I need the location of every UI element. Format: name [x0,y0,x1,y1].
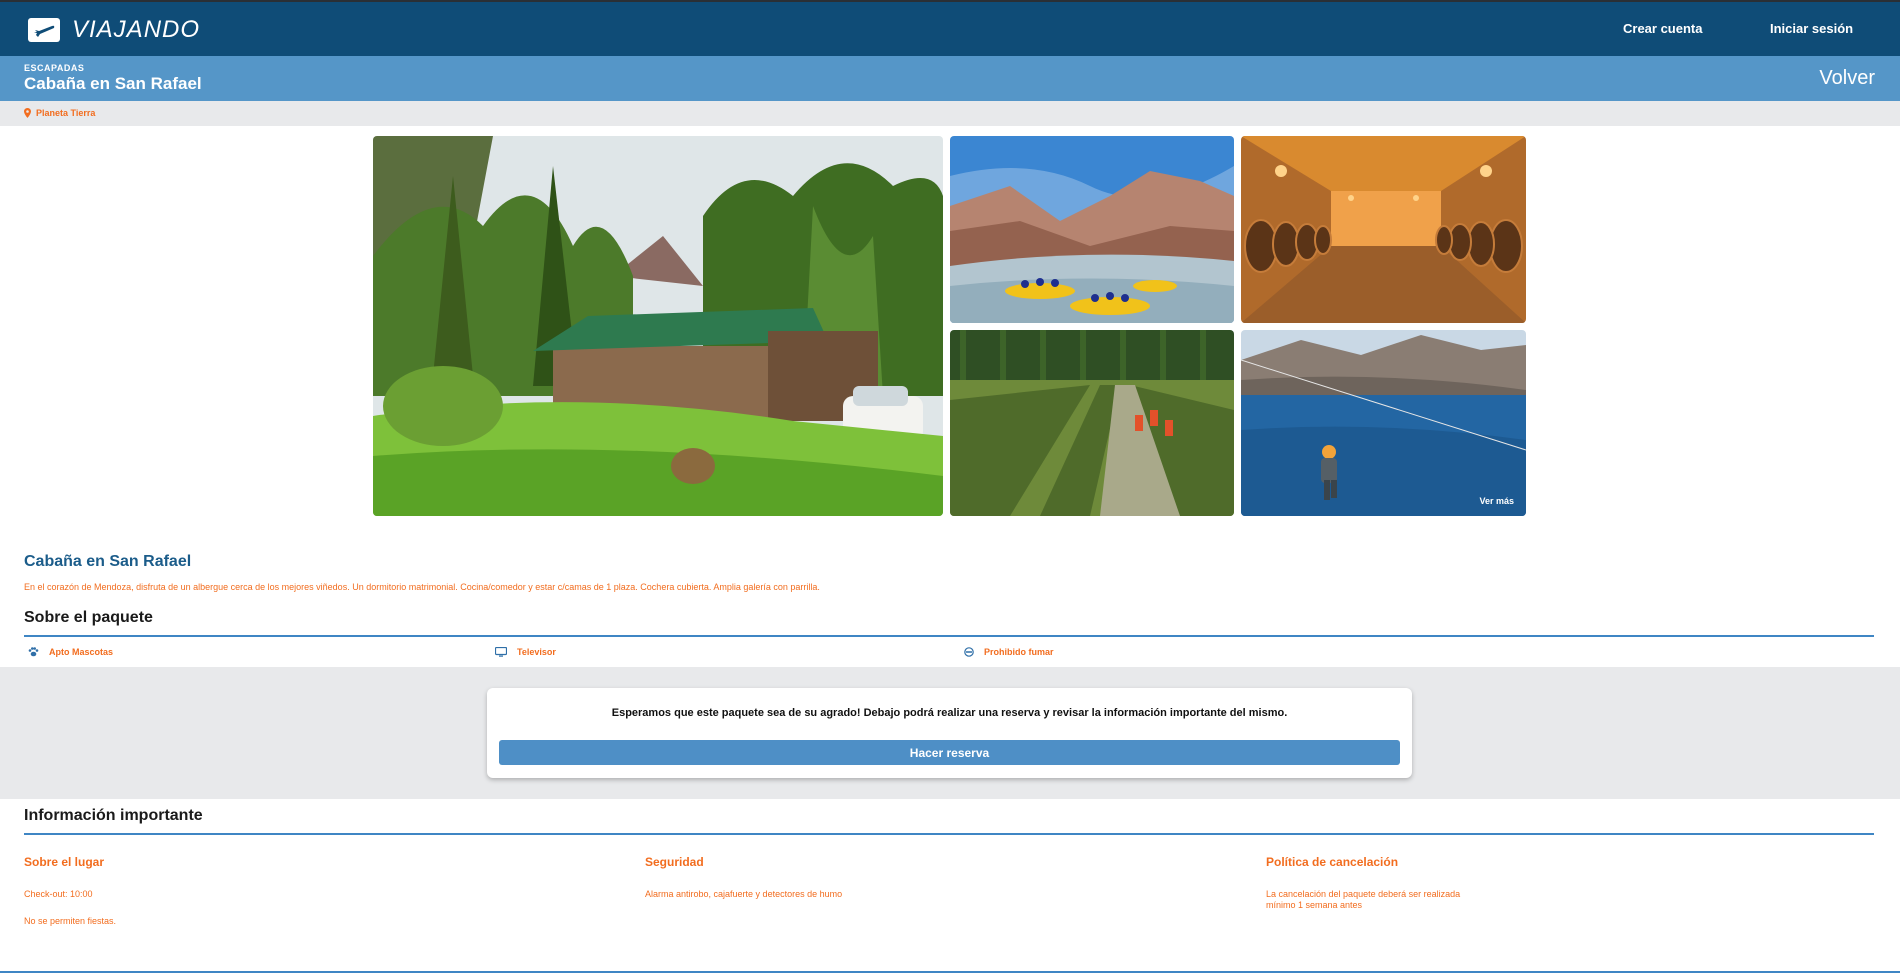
feature-label: Televisor [517,647,556,657]
location-bar: Planeta Tierra [0,101,1900,126]
footer-divider [0,971,1900,973]
paw-icon [28,647,39,657]
main-photo-cabin[interactable] [373,136,943,516]
brand-name: VIAJANDO [72,16,201,43]
info-item: La cancelación del paquete deberá ser re… [1266,889,1461,910]
feature-no-smoking: Prohibido fumar [964,647,1054,657]
photo-vineyard-bikes[interactable] [950,330,1234,516]
back-button[interactable]: Volver [1819,67,1875,90]
info-item: Check-out: 10:00 [24,889,93,899]
about-package-title: Sobre el paquete [24,609,153,626]
feature-label: Apto Mascotas [49,647,114,657]
info-column-title: Seguridad [645,855,704,869]
reservation-card: Esperamos que este paquete sea de su agr… [487,688,1412,778]
category-label: ESCAPADAS [24,63,85,73]
page-title: Cabaña en San Rafael [24,74,202,93]
feature-tv: Televisor [495,647,556,657]
info-column-title: Política de cancelación [1266,855,1399,869]
map-pin-icon [24,108,31,118]
login-link[interactable]: Iniciar sesión [1770,21,1853,36]
section-divider [24,635,1874,637]
top-navigation-bar: VIAJANDO Crear cuenta Iniciar sesión [0,0,1900,56]
info-column-title: Sobre el lugar [24,855,105,869]
info-item: No se permiten fiestas. [24,916,117,926]
no-smoking-icon [964,647,974,657]
page-header-bar: ESCAPADAS Cabaña en San Rafael Volver [0,56,1900,101]
product-title: Cabaña en San Rafael [24,553,192,570]
tv-icon [495,647,507,657]
product-description: En el corazón de Mendoza, disfruta de un… [24,582,820,592]
photo-zipline-lake[interactable]: Ver más [1241,330,1526,516]
info-item: Alarma antirobo, cajafuerte y detectores… [645,889,843,899]
photo-rafting[interactable] [950,136,1234,323]
location-text: Planeta Tierra [36,108,96,118]
airplane-icon [28,18,60,42]
info-column-place: Sobre el lugar Check-out: 10:00 No se pe… [24,855,604,943]
photo-wine-cellar[interactable] [1241,136,1526,323]
feature-pets: Apto Mascotas [28,647,113,657]
reservation-message: Esperamos que este paquete sea de su agr… [611,707,1288,719]
brand-logo[interactable]: VIAJANDO [28,16,200,44]
create-account-link[interactable]: Crear cuenta [1623,21,1702,36]
important-info-title: Información importante [24,807,203,824]
info-column-security: Seguridad Alarma antirobo, cajafuerte y … [645,855,1225,916]
see-more-link[interactable]: Ver más [1479,496,1514,506]
info-column-cancellation: Política de cancelación La cancelación d… [1266,855,1846,927]
section-divider [24,833,1874,835]
location: Planeta Tierra [24,108,95,118]
feature-label: Prohibido fumar [984,647,1054,657]
make-reservation-button[interactable]: Hacer reserva [499,740,1400,765]
